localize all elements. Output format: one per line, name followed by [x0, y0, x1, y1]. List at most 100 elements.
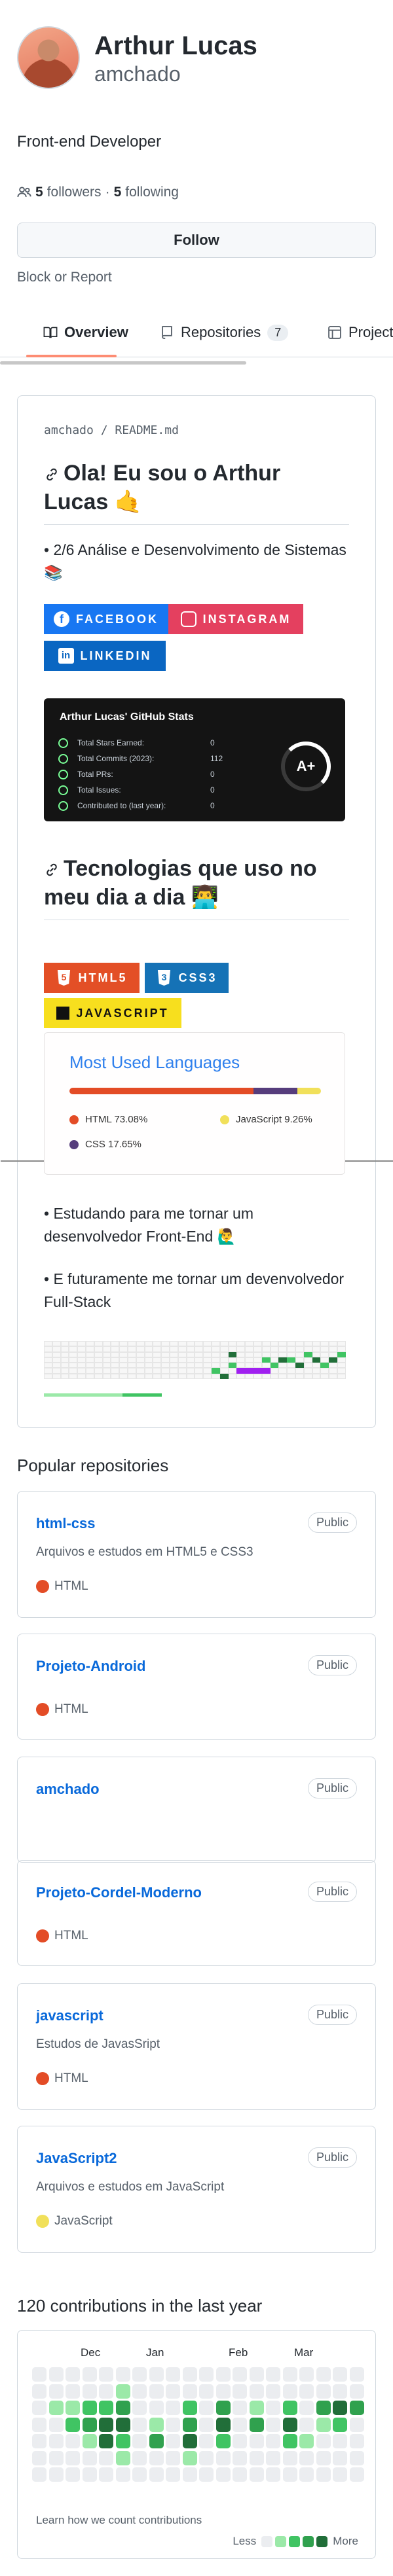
following-link[interactable]: following [125, 185, 179, 200]
contribution-day-cell[interactable] [266, 2467, 280, 2482]
contribution-day-cell[interactable] [32, 2417, 47, 2432]
contribution-day-cell[interactable] [149, 2434, 164, 2448]
contribution-day-cell[interactable] [166, 2434, 180, 2448]
following-count[interactable]: 5 [114, 185, 122, 200]
contribution-day-cell[interactable] [233, 2450, 247, 2465]
link-icon[interactable] [44, 862, 60, 878]
contribution-day-cell[interactable] [266, 2450, 280, 2465]
contribution-day-cell[interactable] [99, 2384, 113, 2399]
contribution-day-cell[interactable] [282, 2450, 297, 2465]
contribution-day-cell[interactable] [132, 2450, 147, 2465]
contribution-day-cell[interactable] [282, 2384, 297, 2399]
contribution-day-cell[interactable] [199, 2450, 214, 2465]
contribution-day-cell[interactable] [115, 2450, 130, 2465]
contribution-day-cell[interactable] [199, 2384, 214, 2399]
repo-name-link[interactable]: amchado [36, 1781, 100, 1798]
contribution-day-cell[interactable] [333, 2384, 347, 2399]
contribution-day-cell[interactable] [215, 2367, 231, 2382]
contribution-day-cell[interactable] [333, 2450, 347, 2465]
contribution-day-cell[interactable] [132, 2434, 147, 2448]
contribution-day-cell[interactable] [149, 2467, 164, 2482]
tab-repositories[interactable]: Repositories 7 [160, 321, 289, 344]
contribution-day-cell[interactable] [249, 2467, 264, 2482]
contribution-day-cell[interactable] [299, 2450, 314, 2465]
followers-link[interactable]: followers [47, 185, 102, 200]
contribution-day-cell[interactable] [282, 2434, 297, 2448]
contribution-day-cell[interactable] [48, 2401, 64, 2415]
contribution-day-cell[interactable] [115, 2384, 130, 2399]
contribution-day-cell[interactable] [115, 2417, 130, 2432]
instagram-badge[interactable]: INSTAGRAM [168, 604, 303, 634]
contribution-day-cell[interactable] [266, 2434, 280, 2448]
contribution-day-cell[interactable] [282, 2467, 297, 2482]
contribution-day-cell[interactable] [316, 2417, 331, 2432]
contribution-day-cell[interactable] [48, 2367, 64, 2382]
contribution-day-cell[interactable] [99, 2401, 113, 2415]
contribution-day-cell[interactable] [349, 2384, 364, 2399]
contribution-day-cell[interactable] [48, 2467, 64, 2482]
contribution-day-cell[interactable] [282, 2401, 297, 2415]
contribution-day-cell[interactable] [166, 2401, 180, 2415]
contribution-day-cell[interactable] [316, 2367, 331, 2382]
contribution-day-cell[interactable] [149, 2417, 164, 2432]
repo-name-link[interactable]: JavaScript2 [36, 2150, 117, 2167]
contribution-day-cell[interactable] [82, 2384, 97, 2399]
repo-name-link[interactable]: javascript [36, 2007, 103, 2024]
contribution-day-cell[interactable] [99, 2434, 113, 2448]
contribution-day-cell[interactable] [149, 2367, 164, 2382]
contribution-day-cell[interactable] [233, 2467, 247, 2482]
contribution-day-cell[interactable] [48, 2417, 64, 2432]
contribution-day-cell[interactable] [266, 2401, 280, 2415]
tabs-scrollbar[interactable] [0, 361, 246, 365]
facebook-badge[interactable]: f FACEBOOK [44, 604, 168, 634]
contribution-day-cell[interactable] [266, 2417, 280, 2432]
contribution-day-cell[interactable] [349, 2450, 364, 2465]
contribution-day-cell[interactable] [199, 2467, 214, 2482]
contribution-day-cell[interactable] [182, 2417, 197, 2432]
contribution-day-cell[interactable] [149, 2450, 164, 2465]
contribution-day-cell[interactable] [182, 2467, 197, 2482]
contribution-day-cell[interactable] [282, 2417, 297, 2432]
contribution-day-cell[interactable] [299, 2384, 314, 2399]
contribution-day-cell[interactable] [115, 2434, 130, 2448]
contribution-day-cell[interactable] [48, 2434, 64, 2448]
contribution-day-cell[interactable] [48, 2384, 64, 2399]
contribution-day-cell[interactable] [166, 2384, 180, 2399]
contribution-day-cell[interactable] [199, 2401, 214, 2415]
contribution-day-cell[interactable] [215, 2467, 231, 2482]
contribution-day-cell[interactable] [82, 2450, 97, 2465]
contribution-day-cell[interactable] [115, 2367, 130, 2382]
contribution-day-cell[interactable] [215, 2434, 231, 2448]
follow-button[interactable]: Follow [17, 223, 376, 258]
contribution-day-cell[interactable] [166, 2450, 180, 2465]
contribution-day-cell[interactable] [66, 2467, 80, 2482]
contribution-day-cell[interactable] [215, 2384, 231, 2399]
block-report-link[interactable]: Block or Report [17, 270, 112, 285]
contribution-day-cell[interactable] [233, 2367, 247, 2382]
contribution-day-cell[interactable] [32, 2434, 47, 2448]
contribution-day-cell[interactable] [99, 2367, 113, 2382]
contribution-day-cell[interactable] [166, 2367, 180, 2382]
contribution-day-cell[interactable] [333, 2417, 347, 2432]
readme-path-user[interactable]: amchado [44, 423, 94, 437]
contribution-day-cell[interactable] [349, 2401, 364, 2415]
contribution-day-cell[interactable] [316, 2450, 331, 2465]
contribution-day-cell[interactable] [115, 2467, 130, 2482]
contribution-day-cell[interactable] [82, 2417, 97, 2432]
contribution-day-cell[interactable] [48, 2450, 64, 2465]
contribution-day-cell[interactable] [66, 2450, 80, 2465]
followers-count[interactable]: 5 [35, 185, 43, 200]
contribution-day-cell[interactable] [149, 2401, 164, 2415]
contribution-day-cell[interactable] [132, 2417, 147, 2432]
contribution-day-cell[interactable] [66, 2367, 80, 2382]
contribution-day-cell[interactable] [233, 2417, 247, 2432]
contribution-day-cell[interactable] [182, 2367, 197, 2382]
contribution-day-cell[interactable] [132, 2384, 147, 2399]
contribution-day-cell[interactable] [99, 2417, 113, 2432]
contribution-day-cell[interactable] [82, 2401, 97, 2415]
contribution-day-cell[interactable] [182, 2384, 197, 2399]
contribution-day-cell[interactable] [66, 2434, 80, 2448]
contribution-day-cell[interactable] [249, 2401, 264, 2415]
contribution-day-cell[interactable] [182, 2401, 197, 2415]
repo-name-link[interactable]: html-css [36, 1515, 95, 1532]
